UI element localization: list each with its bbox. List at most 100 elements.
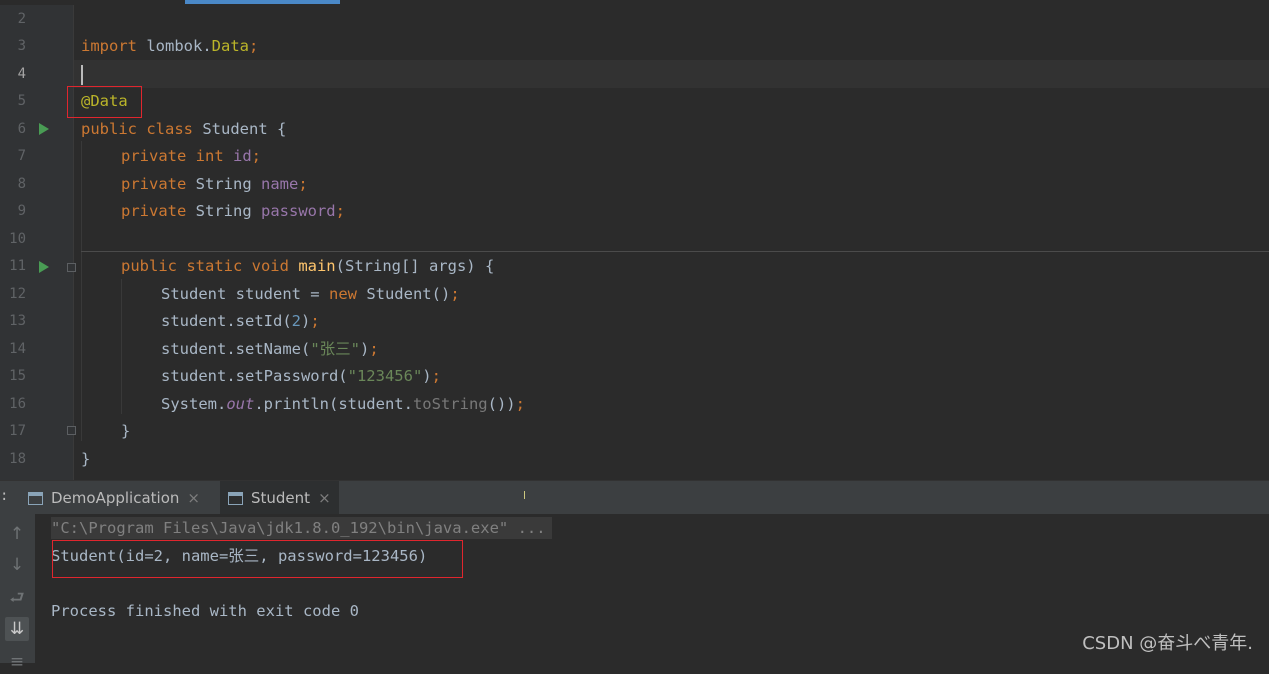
type: String <box>186 202 252 220</box>
class-name: Student { <box>193 120 287 138</box>
params: (String[] args) { <box>335 257 495 275</box>
run-config-icon <box>228 491 243 505</box>
keyword: public <box>81 120 137 138</box>
console-command-line: "C:\Program Files\Java\jdk1.8.0_192\bin\… <box>51 517 552 539</box>
tab-student[interactable]: Student × <box>220 481 339 515</box>
code-line-17: } <box>121 418 130 445</box>
line-number: 10 <box>9 231 26 247</box>
paren: ) <box>301 312 311 330</box>
method-separator <box>81 251 1269 252</box>
line-number: 14 <box>9 341 26 357</box>
line-number: 6 <box>17 121 26 137</box>
line-number: 13 <box>9 313 26 329</box>
semicolon: ; <box>310 312 320 330</box>
line-number: 11 <box>9 258 26 274</box>
code-line-8: private String name; <box>121 171 308 198</box>
code-line-12: Student student = new Student(); <box>161 281 460 308</box>
method-call: .println(student. <box>254 395 413 413</box>
line-number: 7 <box>17 148 26 164</box>
indent-guide <box>121 279 122 414</box>
semicolon: ; <box>431 367 441 385</box>
method-call: student.setPassword( <box>161 367 348 385</box>
keyword: private <box>121 147 187 165</box>
close-icon[interactable]: × <box>318 489 331 507</box>
run-main-icon[interactable] <box>39 261 49 273</box>
method-call: student.setName( <box>161 340 311 358</box>
watermark: CSDN @奋斗べ青年. <box>1082 633 1253 654</box>
constructor: Student() <box>356 285 451 303</box>
line-number: 15 <box>9 368 26 384</box>
soft-wrap-icon[interactable]: ⮐ <box>5 586 29 610</box>
keyword: new <box>328 285 357 303</box>
console-exit-line: Process finished with exit code 0 <box>51 602 359 620</box>
run-config-icon <box>28 491 43 505</box>
tab-label: DemoApplication <box>51 489 180 507</box>
output-highlight-box <box>52 540 463 578</box>
code-line-9: private String password; <box>121 198 345 225</box>
keyword: private <box>121 202 187 220</box>
tab-label: Student <box>251 489 311 507</box>
line-number: 3 <box>17 38 26 54</box>
field-name: name <box>251 175 299 193</box>
line-number: 12 <box>9 286 26 302</box>
line-number: 17 <box>9 423 26 439</box>
tab-divider <box>524 491 525 499</box>
tab-demoapplication[interactable]: DemoApplication × <box>28 481 206 515</box>
run-tool-window-tabs: DemoApplication × Student × <box>0 480 1269 515</box>
number-literal: 2 <box>291 312 301 330</box>
string-literal: "123456" <box>347 367 423 385</box>
fold-method-icon[interactable] <box>67 263 76 272</box>
semicolon: ; <box>335 202 345 220</box>
paren: ) <box>359 340 370 358</box>
redundant-call: toString <box>412 395 488 413</box>
line-number: 18 <box>9 451 26 467</box>
type: int <box>186 147 224 165</box>
closing-brace: } <box>121 422 131 440</box>
semicolon: ; <box>369 340 379 358</box>
code-line-7: private int id; <box>121 143 261 170</box>
print-icon[interactable]: ≡ <box>5 650 29 674</box>
semicolon: ; <box>251 147 261 165</box>
method-name: main <box>288 257 336 275</box>
keyword: class <box>137 120 193 138</box>
indent-guide <box>81 141 82 441</box>
field-name: id <box>223 147 252 165</box>
console-toolbar: ↑ ↓ ⮐ ⇊ ≡ <box>0 514 35 672</box>
paren: ()) <box>487 395 516 413</box>
fold-end-icon[interactable] <box>67 426 76 435</box>
line-number: 8 <box>17 176 26 192</box>
code-line-6: public class Student { <box>81 116 286 143</box>
close-icon[interactable]: × <box>187 489 200 507</box>
arrow-up-icon[interactable]: ↑ <box>5 522 29 546</box>
line-number: 5 <box>17 93 26 109</box>
run-label: : <box>0 488 9 504</box>
line-number: 2 <box>17 11 26 27</box>
closing-brace: } <box>81 450 91 468</box>
keyword: import <box>81 37 137 55</box>
keyword: private <box>121 175 187 193</box>
active-editor-tab-indicator <box>185 0 340 4</box>
code-line-18: } <box>81 446 90 473</box>
text-caret <box>81 65 83 85</box>
arrow-down-icon[interactable]: ↓ <box>5 553 29 577</box>
code-line-14: student.setName("张三"); <box>161 336 379 363</box>
class-ref: Data <box>211 37 249 55</box>
line-number: 9 <box>17 203 26 219</box>
semicolon: ; <box>298 175 308 193</box>
annotation-highlight-box <box>67 86 142 118</box>
class-ref: System. <box>161 395 227 413</box>
current-line-highlight <box>74 60 1269 88</box>
line-number: 16 <box>9 396 26 412</box>
paren: ) <box>422 367 432 385</box>
code-line-16: System.out.println(student.toString()); <box>161 391 525 418</box>
field-name: password <box>251 202 336 220</box>
static-field: out <box>226 395 255 413</box>
keyword: public static void <box>121 257 289 275</box>
method-call: student.setId( <box>161 312 292 330</box>
run-class-icon[interactable] <box>39 123 49 135</box>
scroll-to-end-icon[interactable]: ⇊ <box>5 617 29 641</box>
declaration: Student student = <box>161 285 329 303</box>
code-line-11: public static void main(String[] args) { <box>121 253 494 280</box>
code-editor[interactable]: 2 3 4 5 6 7 8 9 10 11 12 13 14 15 16 17 … <box>0 5 1269 480</box>
semicolon: ; <box>515 395 525 413</box>
